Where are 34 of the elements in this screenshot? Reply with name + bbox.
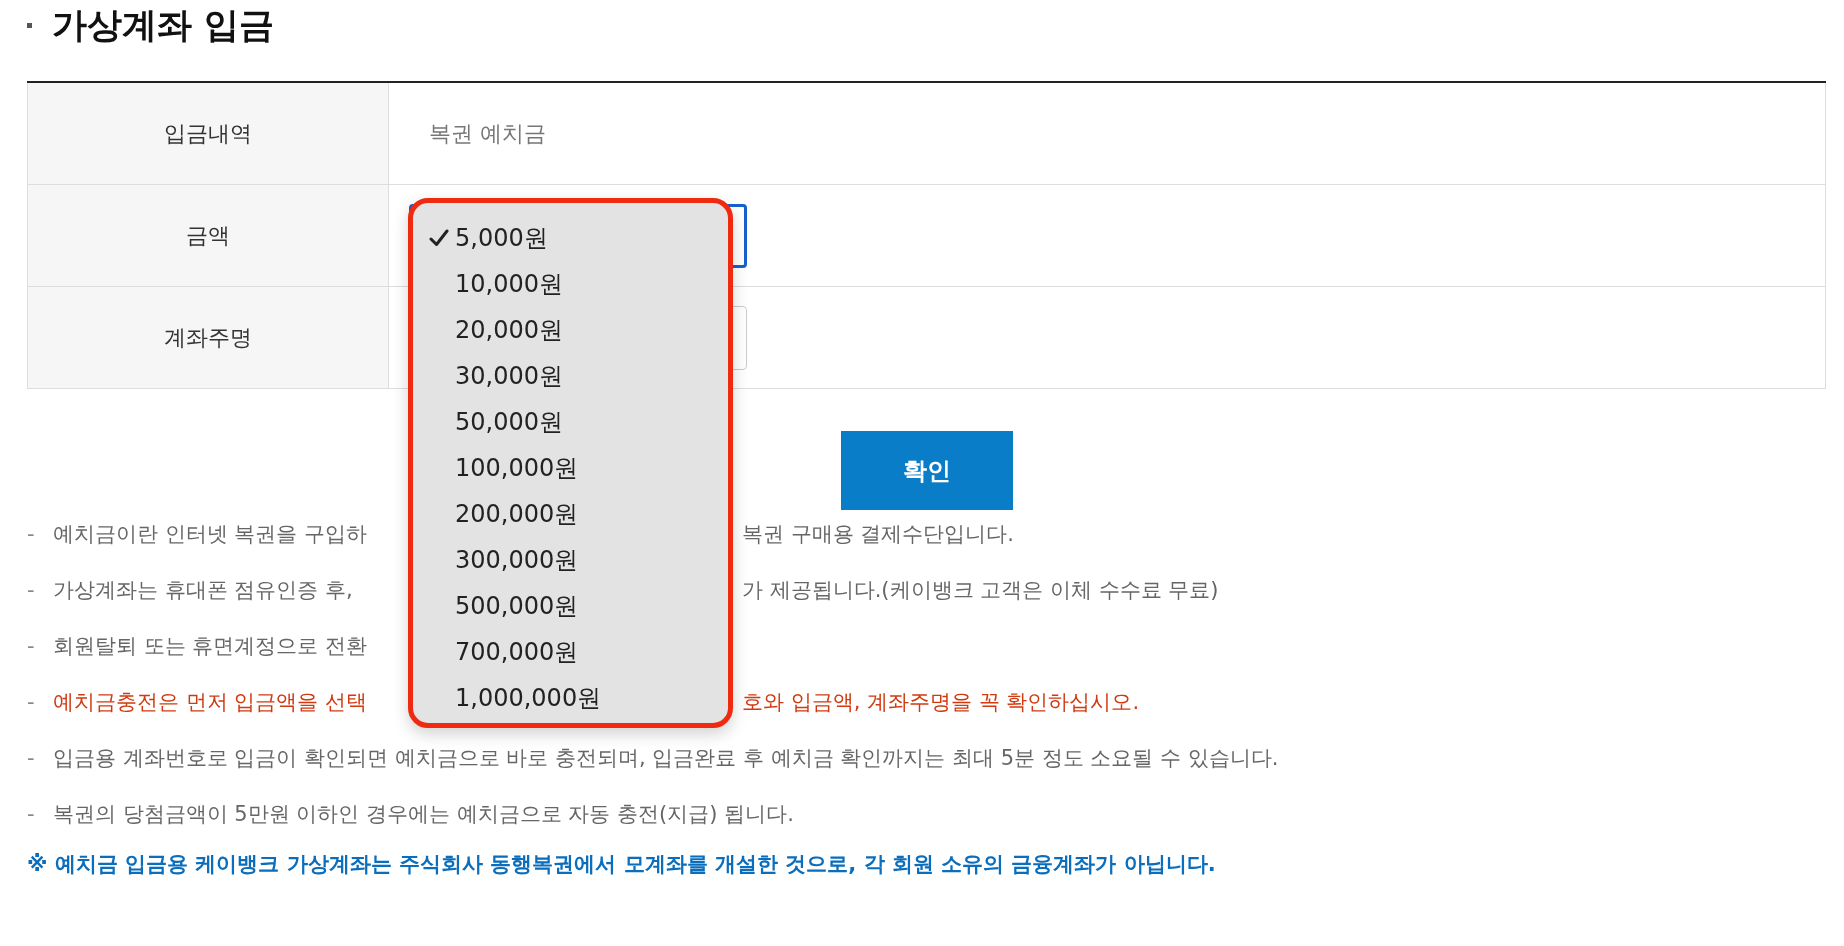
title-bullet-icon: [27, 22, 32, 28]
note-text: 입금용 계좌번호로 입금이 확인되면 예치금으로 바로 충전되며, 입금완료 후 예치금 확인까지는 최대 5분 정도 소요될 수 있습니다.: [53, 745, 1279, 772]
dropdown-option[interactable]: 30,000원: [413, 353, 728, 399]
page-title: 가상계좌 입금: [52, 3, 275, 47]
note-dash: -: [27, 634, 36, 658]
dropdown-option[interactable]: 500,000원: [413, 583, 728, 629]
dropdown-option[interactable]: 10,000원: [413, 261, 728, 307]
dropdown-option[interactable]: 300,000원: [413, 537, 728, 583]
dropdown-option[interactable]: 20,000원: [413, 307, 728, 353]
confirm-button[interactable]: 확인: [840, 431, 1013, 510]
note-dash: -: [27, 746, 36, 770]
note-text: 회원탈퇴 또는 휴면계정으로 전환: [53, 633, 368, 660]
note-text: 가상계좌는 휴대폰 점유인증 후,: [53, 577, 353, 604]
dropdown-option[interactable]: 50,000원: [413, 399, 728, 445]
note-text: 가 제공됩니다.(케이뱅크 고객은 이체 수수료 무료): [742, 577, 1219, 604]
footnote-text: ※ 예치금 입금용 케이뱅크 가상계좌는 주식회사 동행복권에서 모계좌를 개설한 것으로, 각 회원 소유의 금융계좌가 아닙니다.: [27, 851, 1217, 878]
field-label: 계좌주명: [28, 287, 389, 388]
dropdown-option[interactable]: 200,000원: [413, 491, 728, 537]
note-text: 예치금이란 인터넷 복권을 구입하: [53, 521, 368, 548]
note-text: 복권의 당첨금액이 5만원 이하인 경우에는 예치금으로 자동 충전(지급) 됩니다.: [53, 801, 794, 828]
dropdown-option[interactable]: 5,000원: [413, 215, 728, 261]
dropdown-option[interactable]: 700,000원: [413, 629, 728, 675]
dropdown-option[interactable]: 100,000원: [413, 445, 728, 491]
note-dash: -: [27, 522, 36, 546]
note-text: 호와 입금액, 계좌주명을 꼭 확인하십시오.: [742, 689, 1140, 716]
deposit-type-value: 복권 예치금: [428, 119, 547, 148]
note-dash: -: [27, 802, 36, 826]
dropdown-option[interactable]: 1,000,000원: [413, 675, 728, 721]
field-label: 입금내역: [28, 83, 389, 184]
field-label: 금액: [28, 185, 389, 286]
note-text: 복권 구매용 결제수단입니다.: [742, 521, 1015, 548]
note-text: 예치금충전은 먼저 입금액을 선택: [53, 689, 368, 716]
note-dash: -: [27, 578, 36, 602]
note-dash: -: [27, 690, 36, 714]
